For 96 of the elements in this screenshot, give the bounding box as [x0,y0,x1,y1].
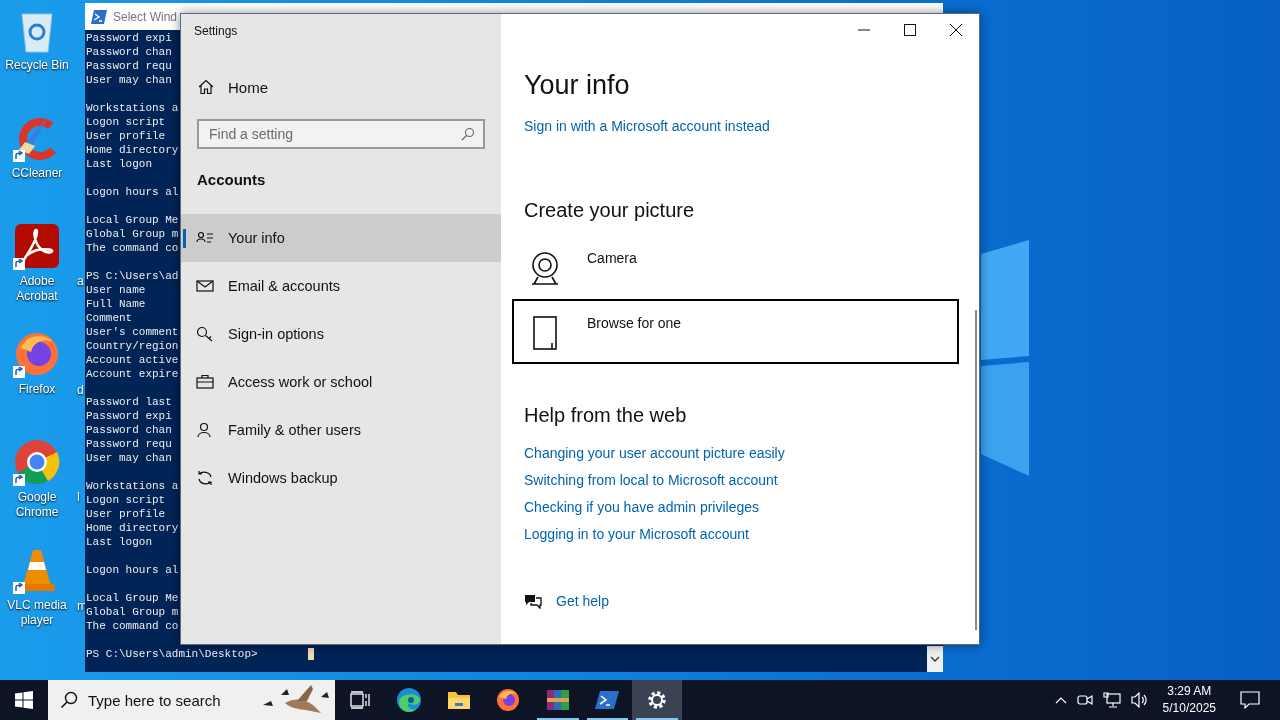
chevron-up-icon[interactable] [1054,696,1067,704]
terminal-line: Local Group Me [86,591,179,605]
chat-bubbles-icon [524,593,542,609]
terminal-line: Comment [86,311,133,325]
search-field[interactable]: Find a setting [197,119,485,149]
nav-item[interactable]: Sign-in options [181,310,501,358]
icon-label: a [77,274,84,289]
chevron-down-icon [930,656,940,662]
books-icon [545,688,570,712]
briefcase-icon [196,374,214,390]
terminal-line: Home directory [86,521,179,535]
terminal-line: User's comment [86,325,179,339]
close-icon [950,24,962,36]
terminal-line: User profile [86,507,166,521]
icon-label: l [77,490,80,505]
terminal-line: Logon hours al [86,185,179,199]
terminal-line: Password expi [86,409,172,423]
scrollbar[interactable] [975,310,977,630]
terminal-line: Password chan [86,423,172,437]
terminal-line: The command co [86,619,179,633]
key-icon [196,326,214,342]
help-link[interactable]: Switching from local to Microsoft account [524,470,785,490]
picture-option[interactable]: Browse for one [512,299,959,364]
section-heading: Help from the web [524,403,687,428]
clock[interactable]: 3:29 AM 5/10/2025 [1162,683,1216,717]
contact-card-icon [196,230,214,246]
search-icon [60,691,78,709]
task-view-icon [349,691,370,709]
nav-item[interactable]: Windows backup [181,454,501,502]
search-icon [461,127,475,141]
file-icon [530,316,560,350]
terminal-line: Account expire [86,367,179,381]
person-icon [196,422,214,438]
window-title: Select Wind [113,9,178,24]
terminal-line: Logon script [86,493,166,507]
terminal-line: Password last [86,395,172,409]
terminal-line: User may chan [86,73,172,87]
terminal-line: Password expi [86,31,172,45]
help-link[interactable]: Logging in to your Microsoft account [524,524,785,544]
terminal-line: Logon script [86,115,166,129]
terminal-line: Logon hours al [86,563,179,577]
terminal-line: Country/region [86,339,179,353]
terminal-line: PS C:\Users\ad [86,269,179,283]
nav-item[interactable]: Email & accounts [181,262,501,310]
terminal-line: Last logon [86,157,152,171]
icon-label: d [77,383,84,398]
terminal-line: User name [86,283,146,297]
taskbar-search-field[interactable]: Type here to search [48,680,335,720]
home-link[interactable]: Home [181,67,501,107]
taskbar-app[interactable] [632,680,682,720]
terminal-prompt: PS C:\Users\admin\Desktop> [86,647,258,661]
text-cursor [307,648,314,660]
terminal-line: Password requ [86,437,172,451]
nav-item[interactable]: Family & other users [181,406,501,454]
terminal-line: Global Group m [86,605,179,619]
terminal-line: Password chan [86,45,172,59]
signin-link[interactable]: Sign in with a Microsoft account instead [524,116,770,136]
terminal-icon [91,9,107,24]
maximize-icon [904,24,916,36]
nav-item[interactable]: Your info [181,214,501,262]
section-heading: Create your picture [524,198,695,223]
video-camera-icon[interactable] [1076,693,1093,707]
help-link[interactable]: Changing your user account picture easily [524,443,785,463]
terminal-icon [595,690,620,710]
settings-icon [645,689,668,711]
terminal-line: Account active [86,353,179,367]
window-title: Settings [193,23,239,40]
terminal-line: Full Name [86,297,146,311]
terminal-line: Password requ [86,59,172,73]
terminal-line: User profile [86,129,166,143]
window-panes-icon [15,691,33,709]
terminal-line: Home directory [86,143,179,157]
page-title: Your info [524,69,630,102]
fox-icon [496,688,521,712]
sync-icon [196,470,214,486]
help-link[interactable]: Checking if you have admin privileges [524,497,785,517]
network-icon[interactable] [1102,692,1121,708]
swirl-icon [396,687,423,713]
scroll-down-button[interactable] [927,646,943,672]
get-help-link[interactable]: Get help [524,591,609,611]
webcam-icon [530,251,560,285]
notification-icon[interactable] [1240,691,1260,709]
terminal-line: Last logon [86,535,152,549]
terminal-line: Workstations a [86,479,179,493]
terminal-line: The command co [86,241,179,255]
terminal-line: User may chan [86,451,172,465]
nav-item[interactable]: Access work or school [181,358,501,406]
terminal-line: Workstations a [86,101,179,115]
speaker-icon[interactable] [1130,692,1149,708]
envelope-icon [196,278,214,294]
terminal-line: Local Group Me [86,213,179,227]
terminal-line: Global Group m [86,227,179,241]
folder-icon [446,690,471,710]
section-heading: Accounts [196,170,267,190]
picture-option[interactable]: Camera [512,234,959,299]
home-icon [198,79,214,95]
